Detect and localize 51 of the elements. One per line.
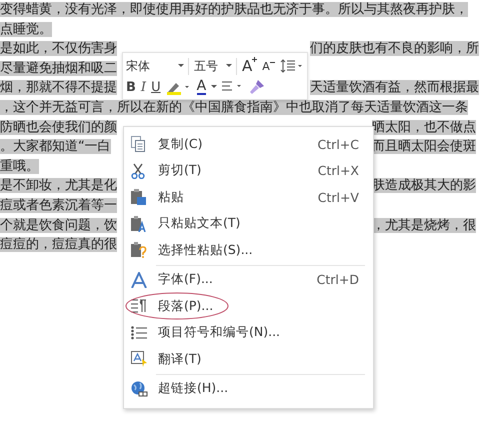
document-text: 防晒也会使我们的颜 [0, 120, 117, 135]
document-text: 痘痘的，痘痘真的很 [0, 237, 117, 252]
document-text: ，尤其是烧烤，很 [372, 218, 476, 233]
menu-item[interactable]: 粘贴 Ctrl+V [124, 184, 373, 210]
font-icon [131, 272, 147, 288]
menu-item[interactable]: 超链接(H)... [124, 376, 373, 402]
document-text: 。大家都知道“一白 [0, 139, 111, 154]
document-text: 是如此，不仅伤害身 [0, 41, 117, 56]
line-spacing-icon[interactable] [280, 59, 302, 73]
format-painter-icon[interactable] [249, 79, 266, 95]
document-text: 是不卸妆，尤其是化 [0, 178, 117, 194]
dropdown-caret-icon[interactable] [211, 85, 218, 89]
copy-icon [131, 136, 145, 152]
menu-item[interactable]: 复制(C) Ctrl+C [124, 131, 373, 158]
grow-font-button[interactable]: A [242, 57, 258, 75]
document-text: 痘或者色素沉着等一 [0, 198, 117, 213]
document-text: 变得蜡黄，没有光泽，即使使用再好的护肤品也无济于事。所以与其熬夜再护肤， [0, 2, 468, 17]
italic-button[interactable]: I [140, 80, 146, 94]
plus-icon [252, 57, 258, 62]
underline-button[interactable]: U [151, 80, 161, 94]
font-size-dropdown[interactable]: 五号 [194, 58, 237, 74]
document-text: 尽量避免抽烟和吸二 [0, 60, 117, 76]
paragraph-icon [131, 299, 147, 314]
document-text: 重哦。 [0, 158, 39, 174]
menu-item[interactable]: 项目符号和编号(N)... [124, 320, 373, 346]
document-text: 们的皮肤也有不良的影响，所 [310, 41, 479, 56]
document-text: 点睡觉。 [0, 22, 52, 37]
document-text: 天适量饮酒有益，然而根据最 [310, 80, 479, 96]
document-text: 烟，那就不得不提提 [0, 80, 117, 96]
menu-item[interactable]: 剪切(T) Ctrl+X [124, 158, 373, 184]
scissors-icon [131, 162, 145, 179]
globe-icon [131, 380, 148, 397]
translate-icon [131, 351, 148, 368]
font-dropdown[interactable]: 宋体 [126, 58, 189, 74]
font-color-button[interactable]: A [196, 79, 206, 95]
bold-button[interactable]: B [126, 80, 136, 94]
bullet-list-icon [131, 326, 147, 340]
menu-item[interactable]: 字体(F)... Ctrl+D [124, 266, 373, 293]
menu-item[interactable]: 翻译(T) [124, 346, 373, 372]
menu-item[interactable]: 段落(P)... [124, 293, 373, 320]
clipboard-icon [131, 189, 146, 206]
dropdown-caret-icon [226, 64, 232, 68]
dropdown-caret-icon [178, 64, 184, 68]
shrink-font-button[interactable]: A [262, 60, 275, 72]
menu-item[interactable]: 只粘贴文本(T) [124, 210, 373, 237]
clipboard-question-icon [131, 242, 147, 258]
clipboard-text-icon [131, 216, 147, 232]
document-text: 个就是饮食问题，饮 [0, 218, 117, 233]
minus-icon [270, 60, 275, 64]
document-text: ，这个并无益可言，所以在新的《中国膳食指南》中也取消了每天适量饮酒这一条 [0, 100, 468, 115]
menu-item[interactable]: 选择性粘贴(S)... [124, 237, 373, 264]
